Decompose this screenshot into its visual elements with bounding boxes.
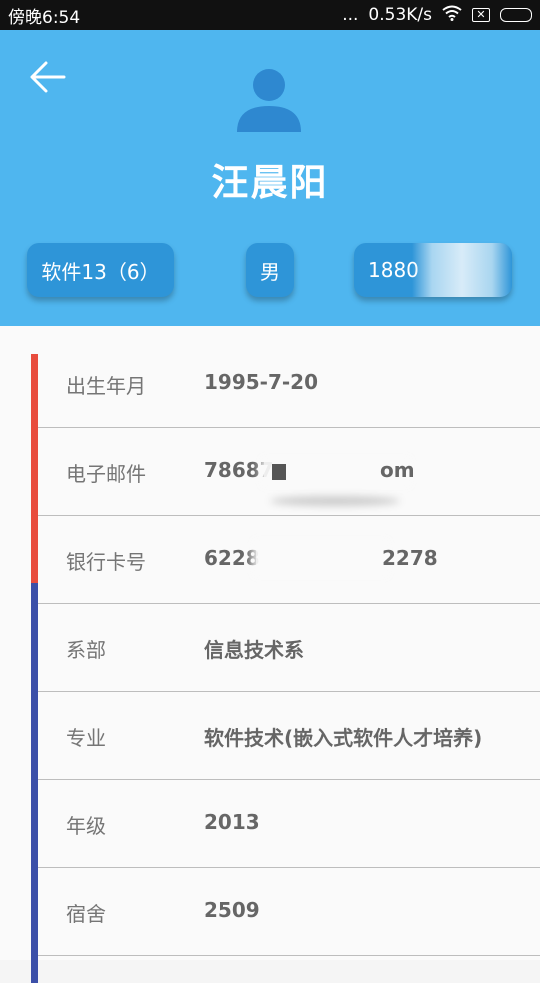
- class-chip-label: 软件13（6）: [41, 259, 160, 284]
- network-speed: 0.53K/s: [368, 5, 432, 25]
- row-value: 1995-7-20: [204, 370, 319, 394]
- wifi-icon: [442, 5, 462, 26]
- status-time: 傍晚6:54: [8, 7, 81, 28]
- accent-bar-red: [31, 354, 38, 583]
- info-list: 出生年月 1995-7-20 电子邮件 78687 om 银行卡号 6228 2…: [0, 326, 540, 983]
- signal-dots: ...: [342, 5, 359, 25]
- email-redaction-shadow: [270, 496, 400, 506]
- row-label: 年级: [66, 814, 106, 838]
- row-value-tail: om: [380, 458, 415, 482]
- row-label: 银行卡号: [66, 550, 146, 574]
- info-row-email[interactable]: 电子邮件 78687 om: [38, 428, 540, 516]
- row-label: 出生年月: [66, 374, 146, 398]
- info-row-grade[interactable]: 年级 2013: [38, 780, 540, 868]
- row-label: 系部: [66, 638, 106, 662]
- row-value: 软件技术(嵌入式软件人才培养): [204, 726, 483, 750]
- avatar-person-icon: [237, 69, 301, 132]
- back-arrow-icon: [30, 61, 66, 93]
- phone-chip[interactable]: 1880: [354, 243, 512, 297]
- gender-chip-label: 男: [260, 259, 280, 284]
- info-row-bank-card[interactable]: 银行卡号 6228 2278: [38, 516, 540, 604]
- bank-redaction-blur: [256, 542, 386, 574]
- status-right: ... 0.53K/s ✕: [342, 5, 532, 26]
- info-row-birth[interactable]: 出生年月 1995-7-20: [38, 340, 540, 428]
- back-button[interactable]: [28, 60, 68, 94]
- row-value: 2013: [204, 810, 260, 834]
- gender-chip[interactable]: 男: [246, 243, 294, 297]
- sim-x-icon: ✕: [472, 8, 490, 22]
- row-value: 2509: [204, 898, 260, 922]
- accent-bar-blue: [31, 583, 38, 983]
- avatar: [236, 68, 302, 132]
- student-name: 汪晨阳: [211, 161, 329, 204]
- phone-redaction-blur: [412, 243, 512, 297]
- status-bar: 傍晚6:54 ... 0.53K/s ✕: [0, 0, 540, 30]
- row-value: 6228: [204, 546, 260, 570]
- row-value-tail: 2278: [382, 546, 438, 570]
- info-row-major[interactable]: 专业 软件技术(嵌入式软件人才培养): [38, 692, 540, 780]
- info-row-dormitory[interactable]: 宿舍 2509: [38, 868, 540, 956]
- battery-icon: [500, 8, 532, 22]
- email-redaction-block: [272, 464, 286, 480]
- row-value: 信息技术系: [204, 638, 304, 662]
- class-chip[interactable]: 软件13（6）: [27, 243, 174, 297]
- row-label: 电子邮件: [66, 462, 146, 486]
- row-label: 宿舍: [66, 902, 106, 926]
- row-label: 专业: [66, 726, 106, 750]
- profile-header: 汪晨阳 软件13（6） 男 1880: [0, 30, 540, 326]
- info-row-department[interactable]: 系部 信息技术系: [38, 604, 540, 692]
